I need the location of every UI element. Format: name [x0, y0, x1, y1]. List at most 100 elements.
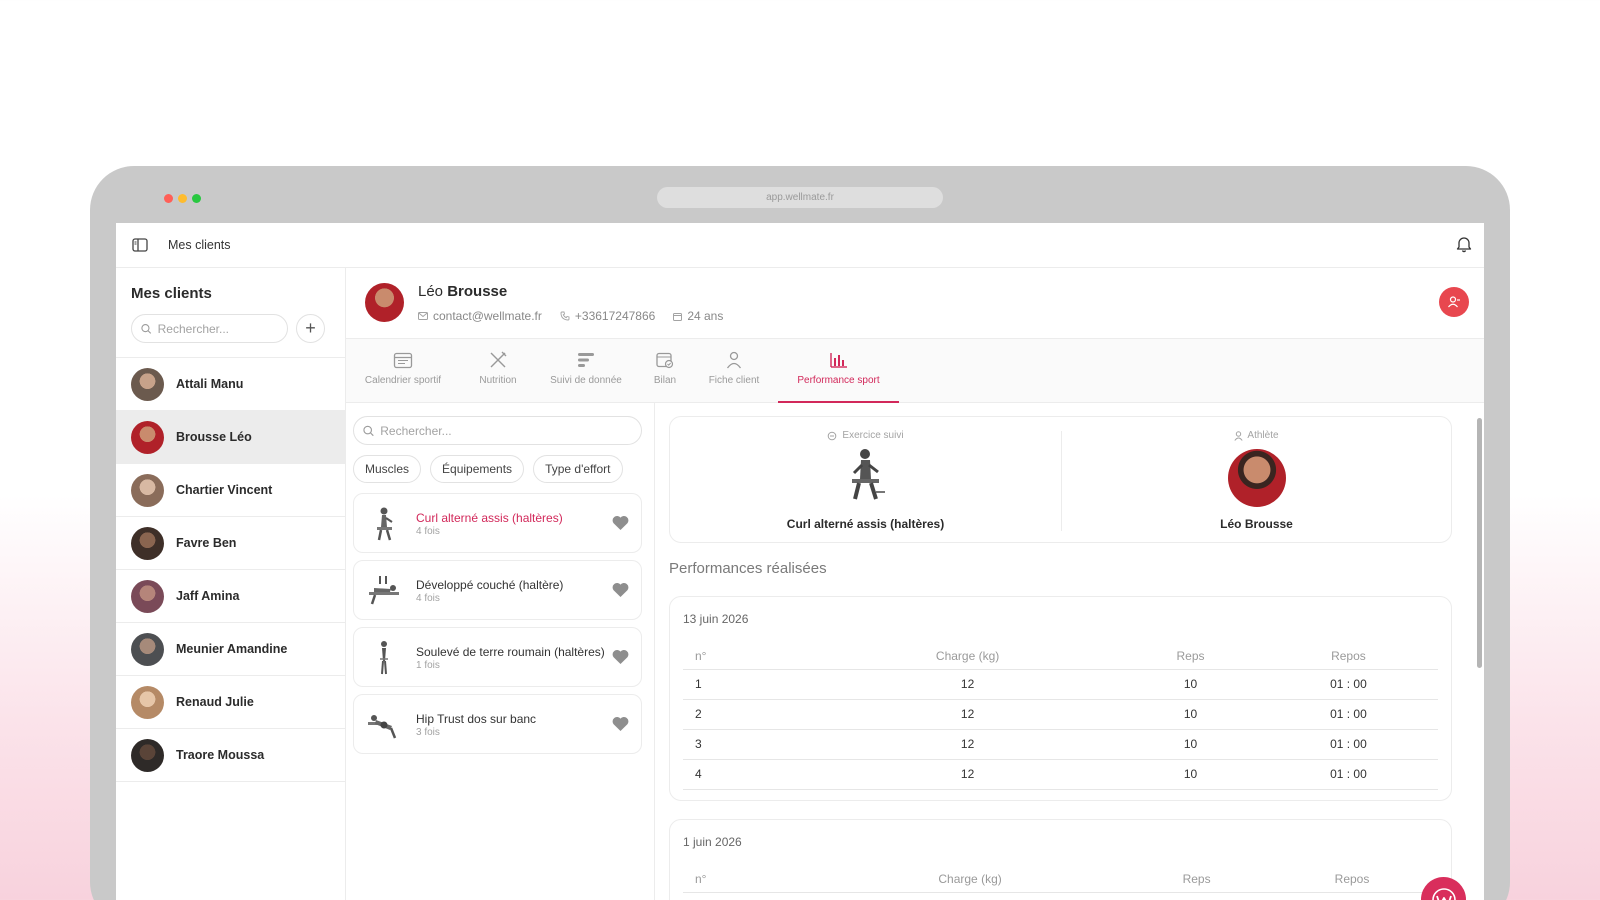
client-item[interactable]: Attali Manu: [116, 358, 345, 411]
cell: 12: [813, 699, 1123, 730]
client-item[interactable]: Renaud Julie: [116, 676, 345, 729]
client-name: Chartier Vincent: [176, 483, 273, 497]
table-row: 2 12 10 01 : 00: [683, 699, 1438, 730]
client-item[interactable]: Chartier Vincent: [116, 464, 345, 517]
col-header: n°: [683, 866, 813, 893]
exercise-card[interactable]: Développé couché (haltère) 4 fois: [353, 560, 642, 620]
filter-equipements[interactable]: Équipements: [430, 455, 525, 483]
filter-type-effort[interactable]: Type d'effort: [533, 455, 623, 483]
dumbbell-icon: [828, 431, 837, 440]
client-item[interactable]: Jaff Amina: [116, 570, 345, 623]
search-icon: [363, 425, 374, 436]
list-icon: [578, 353, 594, 367]
first-name: Léo: [418, 283, 444, 300]
bar-chart-icon: [829, 353, 847, 368]
avatar: [131, 632, 164, 666]
exercise-label-text: Exercice suivi: [842, 430, 904, 441]
filter-muscles[interactable]: Muscles: [353, 455, 422, 483]
device-frame: app.wellmate.fr Mes clients Mes clients …: [90, 166, 1510, 900]
exercise-card[interactable]: Hip Trust dos sur banc 3 fois: [353, 694, 642, 754]
athlete-label: Athlète: [1234, 430, 1279, 441]
client-search[interactable]: [131, 314, 288, 343]
exercise-card[interactable]: Curl alterné assis (haltères) 4 fois: [353, 493, 642, 553]
heart-icon[interactable]: [612, 515, 629, 531]
avatar: [131, 420, 164, 454]
col-header: Reps: [1122, 643, 1259, 670]
exercise-count: 4 fois: [416, 526, 440, 537]
exercise-title: Développé couché (haltère): [416, 578, 564, 592]
cell: 3: [683, 729, 813, 760]
heart-icon[interactable]: [612, 649, 629, 665]
exercise-card[interactable]: Soulevé de terre roumain (haltères) 1 fo…: [353, 627, 642, 687]
heart-icon[interactable]: [612, 582, 629, 598]
maximize-dot[interactable]: [192, 194, 201, 203]
exercise-list: Curl alterné assis (haltères) 4 fois Dév…: [353, 493, 642, 761]
client-item[interactable]: Favre Ben: [116, 517, 345, 570]
exercise-search-input[interactable]: [380, 423, 641, 438]
client-search-input[interactable]: [157, 321, 287, 336]
table-row: 4 12 10 01 : 00: [683, 759, 1438, 790]
app-screen: Mes clients Mes clients + Attali Manu Br…: [116, 223, 1484, 900]
client-tabs: Calendrier sportif Nutrition Suivi de do…: [346, 338, 1484, 403]
tab-label: Bilan: [653, 375, 677, 386]
client-detail: Léo Brousse contact@wellmate.fr +3361724…: [346, 268, 1484, 900]
client-item[interactable]: Traore Moussa: [116, 729, 345, 782]
bell-icon[interactable]: [1456, 235, 1472, 253]
tab-label: Nutrition: [479, 375, 517, 386]
tab-calendrier-sportif[interactable]: Calendrier sportif: [362, 339, 444, 403]
tab-fiche-client[interactable]: Fiche client: [706, 339, 762, 403]
exercise-title: Hip Trust dos sur banc: [416, 712, 537, 726]
client-item[interactable]: Meunier Amandine: [116, 623, 345, 676]
sidebar-title: Mes clients: [131, 285, 212, 302]
client-item[interactable]: Brousse Léo: [116, 411, 345, 464]
exercise-thumbnail: [369, 576, 399, 605]
checklist-icon: [656, 352, 674, 369]
avatar: [131, 526, 164, 560]
session-card: 13 juin 2026 n° Charge (kg) Reps Repos 1…: [669, 596, 1452, 801]
close-dot[interactable]: [164, 194, 173, 203]
url-bar[interactable]: app.wellmate.fr: [657, 187, 943, 208]
scrollbar[interactable]: [1477, 418, 1482, 668]
exercise-illustration: [851, 449, 885, 500]
mail-icon: [418, 312, 428, 320]
sets-table: n° Charge (kg) Reps Repos 1 12 10 01 : 00 2…: [683, 643, 1438, 790]
topbar: Mes clients: [116, 223, 1484, 268]
breadcrumb: Mes clients: [168, 238, 231, 252]
tab-performance-sport[interactable]: Performance sport: [778, 339, 899, 403]
clients-sidebar: Mes clients + Attali Manu Brousse Léo Ch…: [116, 268, 346, 900]
last-name: Brousse: [447, 283, 508, 300]
tab-suivi-de-donnee[interactable]: Suivi de donnée: [546, 339, 626, 403]
search-icon: [141, 323, 152, 334]
client-age: 24 ans: [687, 309, 724, 323]
add-client-button[interactable]: +: [296, 314, 325, 343]
avatar: [131, 738, 164, 772]
cell: 01 : 00: [1258, 729, 1438, 760]
client-header: Léo Brousse contact@wellmate.fr +3361724…: [346, 268, 1484, 338]
exercise-search[interactable]: [353, 416, 642, 445]
sets-table: n° Charge (kg) Reps Repos: [683, 866, 1438, 893]
cell: 12: [813, 759, 1123, 790]
performances-title: Performances réalisées: [669, 560, 827, 577]
table-header: n° Charge (kg) Reps Repos: [683, 866, 1438, 893]
profile-button[interactable]: [1439, 287, 1469, 317]
exercise-title: Soulevé de terre roumain (haltères): [416, 645, 605, 659]
client-phone[interactable]: +33617247866: [575, 309, 655, 323]
cell: 01 : 00: [1258, 759, 1438, 790]
filter-chips: Muscles Équipements Type d'effort: [353, 455, 623, 483]
calendar-small-icon: [673, 312, 683, 321]
tab-nutrition[interactable]: Nutrition: [472, 339, 524, 403]
window-controls: [164, 194, 201, 203]
minimize-dot[interactable]: [178, 194, 187, 203]
athlete-label-text: Athlète: [1247, 430, 1279, 441]
session-card: 1 juin 2026 n° Charge (kg) Reps Repos: [669, 819, 1452, 900]
heart-icon[interactable]: [612, 716, 629, 732]
client-email[interactable]: contact@wellmate.fr: [433, 309, 542, 323]
cell: 12: [813, 729, 1123, 760]
sidebar-toggle-icon[interactable]: [132, 238, 148, 252]
tab-bilan[interactable]: Bilan: [650, 339, 680, 403]
cell: 12: [813, 669, 1123, 700]
exercise-name: Curl alterné assis (haltères): [786, 517, 945, 531]
user-icon: [1448, 296, 1460, 308]
cell: 2: [683, 699, 813, 730]
exercise-thumbnail: [380, 641, 388, 675]
